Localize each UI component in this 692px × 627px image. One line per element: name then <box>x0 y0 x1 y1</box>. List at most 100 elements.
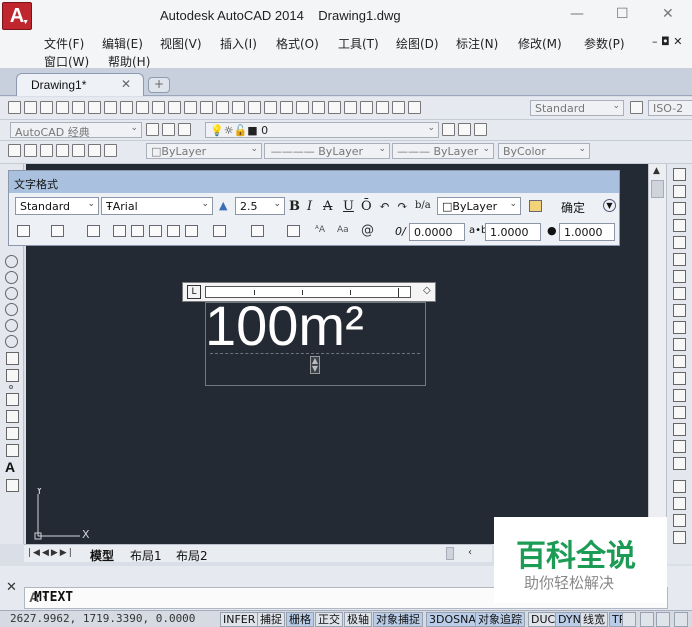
text-style-icon[interactable] <box>408 101 421 114</box>
layer-properties-icon[interactable] <box>178 123 191 136</box>
zoom-realtime-icon[interactable] <box>248 101 261 114</box>
zoom-previous-icon[interactable] <box>280 101 293 114</box>
cut-icon[interactable] <box>120 101 133 114</box>
ellipse-arc-icon[interactable] <box>5 335 18 348</box>
horizontal-scroll-thumb[interactable] <box>446 547 454 560</box>
line-spacing-icon[interactable] <box>213 225 226 237</box>
options-icon[interactable]: ▼ <box>603 199 616 212</box>
uppercase-icon[interactable]: ᴬA <box>315 225 325 235</box>
revision-cloud-icon[interactable] <box>5 287 18 300</box>
layout-nav-arrows-icon[interactable]: |◀◀▶▶| <box>28 548 74 558</box>
menu-edit[interactable]: 编辑(E) <box>102 35 143 52</box>
application-menu-button[interactable]: A ▼ <box>2 2 32 30</box>
blend-curves-icon[interactable] <box>673 440 686 453</box>
distribute-icon[interactable] <box>185 225 198 237</box>
chamfer-icon[interactable] <box>673 406 686 419</box>
redo-button[interactable]: ↷ <box>397 199 408 214</box>
publish-icon[interactable] <box>88 101 101 114</box>
hatch-icon[interactable] <box>6 393 19 406</box>
clean-screen-icon[interactable] <box>674 612 688 627</box>
copy-icon[interactable] <box>136 101 149 114</box>
status-toggle-0[interactable]: INFER <box>220 612 259 627</box>
layer-previous-icon[interactable] <box>458 123 471 136</box>
plotstyle-dropdown[interactable]: ByColor ⌄ <box>498 143 590 159</box>
workspace-settings-icon[interactable] <box>146 123 159 136</box>
status-toggle-3[interactable]: 正交 <box>315 612 343 627</box>
tracking-input[interactable]: 1.0000 <box>485 223 541 241</box>
array-icon[interactable] <box>673 236 686 249</box>
align-right-icon[interactable] <box>149 225 162 237</box>
width-factor-input[interactable]: 1.0000 <box>559 223 615 241</box>
scroll-thumb[interactable] <box>651 180 664 198</box>
italic-button[interactable]: I <box>307 199 312 214</box>
3d-print-icon[interactable] <box>104 101 117 114</box>
menu-draw[interactable]: 绘图(D) <box>396 35 439 52</box>
toolbar-icon-5[interactable] <box>72 144 85 157</box>
match-properties-icon[interactable] <box>168 101 181 114</box>
width-handle-icon[interactable]: ◇ <box>423 285 431 296</box>
multiline-text-icon[interactable]: A <box>5 459 23 475</box>
text-color-select[interactable]: □ByLayer ⌄ <box>437 197 521 215</box>
new-tab-button[interactable]: + <box>148 77 170 93</box>
join-icon[interactable] <box>673 389 686 402</box>
redo-icon[interactable] <box>216 101 229 114</box>
lineweight-dropdown[interactable]: ——— ByLayer ⌄ <box>392 143 494 159</box>
make-current-layer-icon[interactable] <box>442 123 455 136</box>
menu-modify[interactable]: 修改(M) <box>518 35 562 52</box>
extend-icon[interactable] <box>673 338 686 351</box>
save-icon[interactable] <box>40 101 53 114</box>
send-back-icon[interactable] <box>673 514 686 527</box>
annotative-icon[interactable]: ▲ <box>219 199 227 212</box>
tab-layout1[interactable]: 布局1 <box>130 547 162 564</box>
status-toggle-10[interactable]: 线宽 <box>580 612 608 627</box>
minimize-button[interactable]: — <box>570 6 584 22</box>
window-toggle-icon[interactable] <box>656 612 670 627</box>
menu-dimension[interactable]: 标注(N) <box>456 35 498 52</box>
new-icon[interactable] <box>8 101 21 114</box>
toolbar-icon-3[interactable] <box>40 144 53 157</box>
menu-file[interactable]: 文件(F) <box>44 35 84 52</box>
ellipse-icon[interactable] <box>5 319 18 332</box>
dimension-style-icon[interactable] <box>630 101 643 114</box>
insert-block-icon[interactable] <box>6 352 19 365</box>
properties-icon[interactable] <box>296 101 309 114</box>
status-toggle-1[interactable]: 捕捉 <box>257 612 285 627</box>
mtext-justification-icon[interactable] <box>51 225 64 237</box>
toolbar-icon-2[interactable] <box>24 144 37 157</box>
arc-icon[interactable] <box>5 255 18 268</box>
height-resize-handle[interactable]: ▲ ▼ <box>310 356 320 374</box>
block-editor-icon[interactable] <box>184 101 197 114</box>
design-center-icon[interactable] <box>312 101 325 114</box>
spline-icon[interactable] <box>5 303 18 316</box>
stretch-icon[interactable] <box>673 304 686 317</box>
open-icon[interactable] <box>24 101 37 114</box>
workspace-dropdown[interactable]: AutoCAD 经典 ⌄ <box>10 122 142 138</box>
text-height-select[interactable]: 2.5 ⌄ <box>235 197 285 215</box>
help-icon[interactable] <box>392 101 405 114</box>
bold-button[interactable]: B <box>289 199 300 214</box>
text-style-select[interactable]: Standard ⌄ <box>15 197 99 215</box>
lowercase-icon[interactable]: Aa <box>337 225 349 235</box>
overline-button[interactable]: Ō <box>361 199 372 214</box>
annotation-scale-icon[interactable] <box>622 612 636 627</box>
scroll-left-icon[interactable]: ‹ <box>468 547 472 558</box>
scale-icon[interactable] <box>673 287 686 300</box>
dimension-style-dropdown[interactable]: ISO-2 <box>648 100 692 116</box>
paragraph-icon[interactable] <box>87 225 100 237</box>
tab-drawing1[interactable]: Drawing1* ✕ <box>16 73 144 96</box>
oblique-angle-input[interactable]: 0.0000 <box>409 223 465 241</box>
zoom-window-icon[interactable] <box>264 101 277 114</box>
close-button[interactable]: ✕ <box>662 6 674 22</box>
status-toggle-7[interactable]: 对象追踪 <box>475 612 525 627</box>
layer-states-icon[interactable] <box>474 123 487 136</box>
bring-above-icon[interactable] <box>673 531 686 544</box>
bring-front-icon[interactable] <box>673 497 686 510</box>
fillet-icon[interactable] <box>673 423 686 436</box>
font-select[interactable]: ŦArial ⌄ <box>101 197 213 215</box>
gradient-icon[interactable] <box>6 410 19 423</box>
undo-icon[interactable] <box>200 101 213 114</box>
linetype-dropdown[interactable]: ———— ByLayer ⌄ <box>264 143 390 159</box>
insert-field-icon[interactable] <box>287 225 300 237</box>
tab-stop-icon[interactable]: L <box>187 285 201 299</box>
lock-icon[interactable] <box>640 612 654 627</box>
